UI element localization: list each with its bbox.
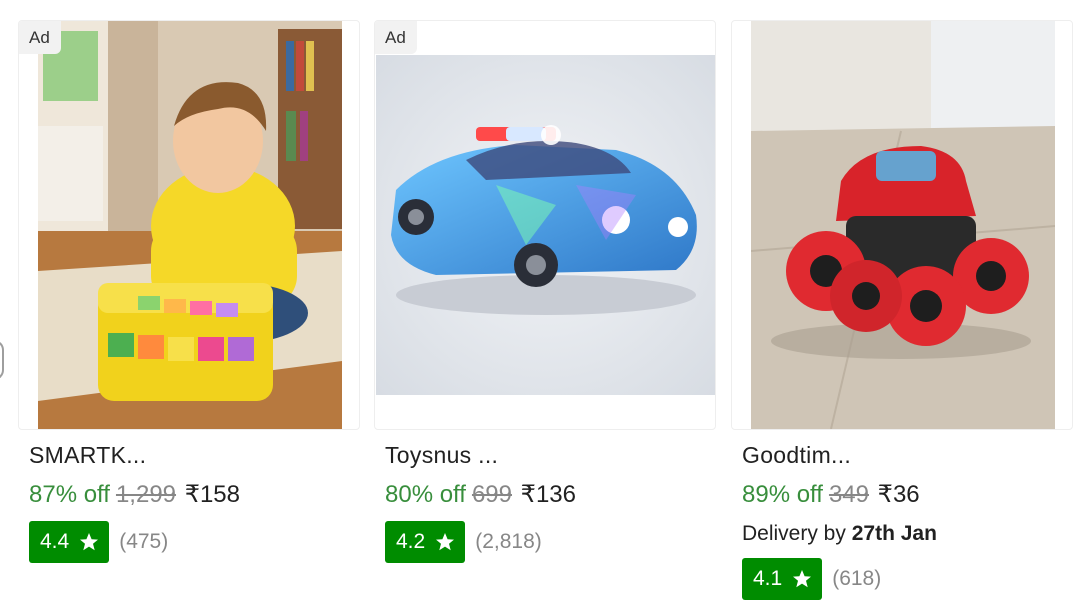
rating-badge: 4.1 bbox=[742, 558, 823, 600]
rating-value: 4.4 bbox=[40, 530, 70, 553]
toddler-xylophone-image bbox=[38, 21, 342, 429]
star-icon bbox=[80, 533, 99, 551]
product-card[interactable]: Goodtim... 89% off 349 ₹36 Delivery by 27… bbox=[731, 20, 1073, 600]
scroll-left-button[interactable] bbox=[0, 340, 4, 380]
product-card[interactable]: Ad Toysnus ... 80% off 699 ₹136 4.2 (2,81… bbox=[374, 20, 716, 563]
rating-badge: 4.2 bbox=[385, 521, 466, 563]
price-row: 87% off 1,299 ₹158 bbox=[18, 480, 360, 509]
rating-count: (475) bbox=[119, 530, 169, 553]
discount-label: 89% off bbox=[742, 481, 823, 508]
product-title[interactable]: Goodtim... bbox=[731, 442, 1073, 469]
mrp-price: 1,299 bbox=[115, 481, 177, 508]
product-image[interactable]: Ad bbox=[18, 20, 360, 430]
delivery-date: 27th Jan bbox=[851, 522, 937, 545]
ad-badge: Ad bbox=[375, 21, 417, 54]
delivery-info: Delivery by 27th Jan bbox=[731, 522, 1073, 546]
selling-price: ₹136 bbox=[520, 481, 576, 508]
product-title[interactable]: SMARTK... bbox=[18, 442, 360, 469]
rating-badge: 4.4 bbox=[29, 521, 110, 563]
price-row: 80% off 699 ₹136 bbox=[374, 480, 716, 509]
star-icon bbox=[436, 533, 455, 551]
rating-row: 4.2 (2,818) bbox=[374, 521, 716, 563]
selling-price: ₹158 bbox=[184, 481, 240, 508]
star-icon bbox=[793, 570, 812, 588]
product-card[interactable]: Ad SMARTK... 87% off 1,299 ₹158 4.4 (475) bbox=[18, 20, 360, 563]
rating-count: (2,818) bbox=[475, 530, 542, 553]
selling-price: ₹36 bbox=[877, 481, 920, 508]
product-image[interactable]: Ad bbox=[374, 20, 716, 430]
rating-value: 4.1 bbox=[753, 567, 783, 590]
mrp-price: 699 bbox=[471, 481, 512, 508]
monster-truck-image bbox=[751, 21, 1055, 429]
delivery-prefix: Delivery by bbox=[742, 522, 846, 545]
rating-row: 4.4 (475) bbox=[18, 521, 360, 563]
ad-badge: Ad bbox=[19, 21, 61, 54]
discount-label: 80% off bbox=[385, 481, 466, 508]
price-row: 89% off 349 ₹36 bbox=[731, 480, 1073, 509]
rating-row: 4.1 (618) bbox=[731, 558, 1073, 600]
rating-count: (618) bbox=[832, 567, 882, 590]
rating-value: 4.2 bbox=[396, 530, 426, 553]
product-carousel: Ad SMARTK... 87% off 1,299 ₹158 4.4 (475) bbox=[0, 0, 1080, 601]
mrp-price: 349 bbox=[828, 481, 869, 508]
discount-label: 87% off bbox=[29, 481, 110, 508]
product-image[interactable] bbox=[731, 20, 1073, 430]
led-police-car-image bbox=[376, 55, 715, 395]
product-title[interactable]: Toysnus ... bbox=[374, 442, 716, 469]
